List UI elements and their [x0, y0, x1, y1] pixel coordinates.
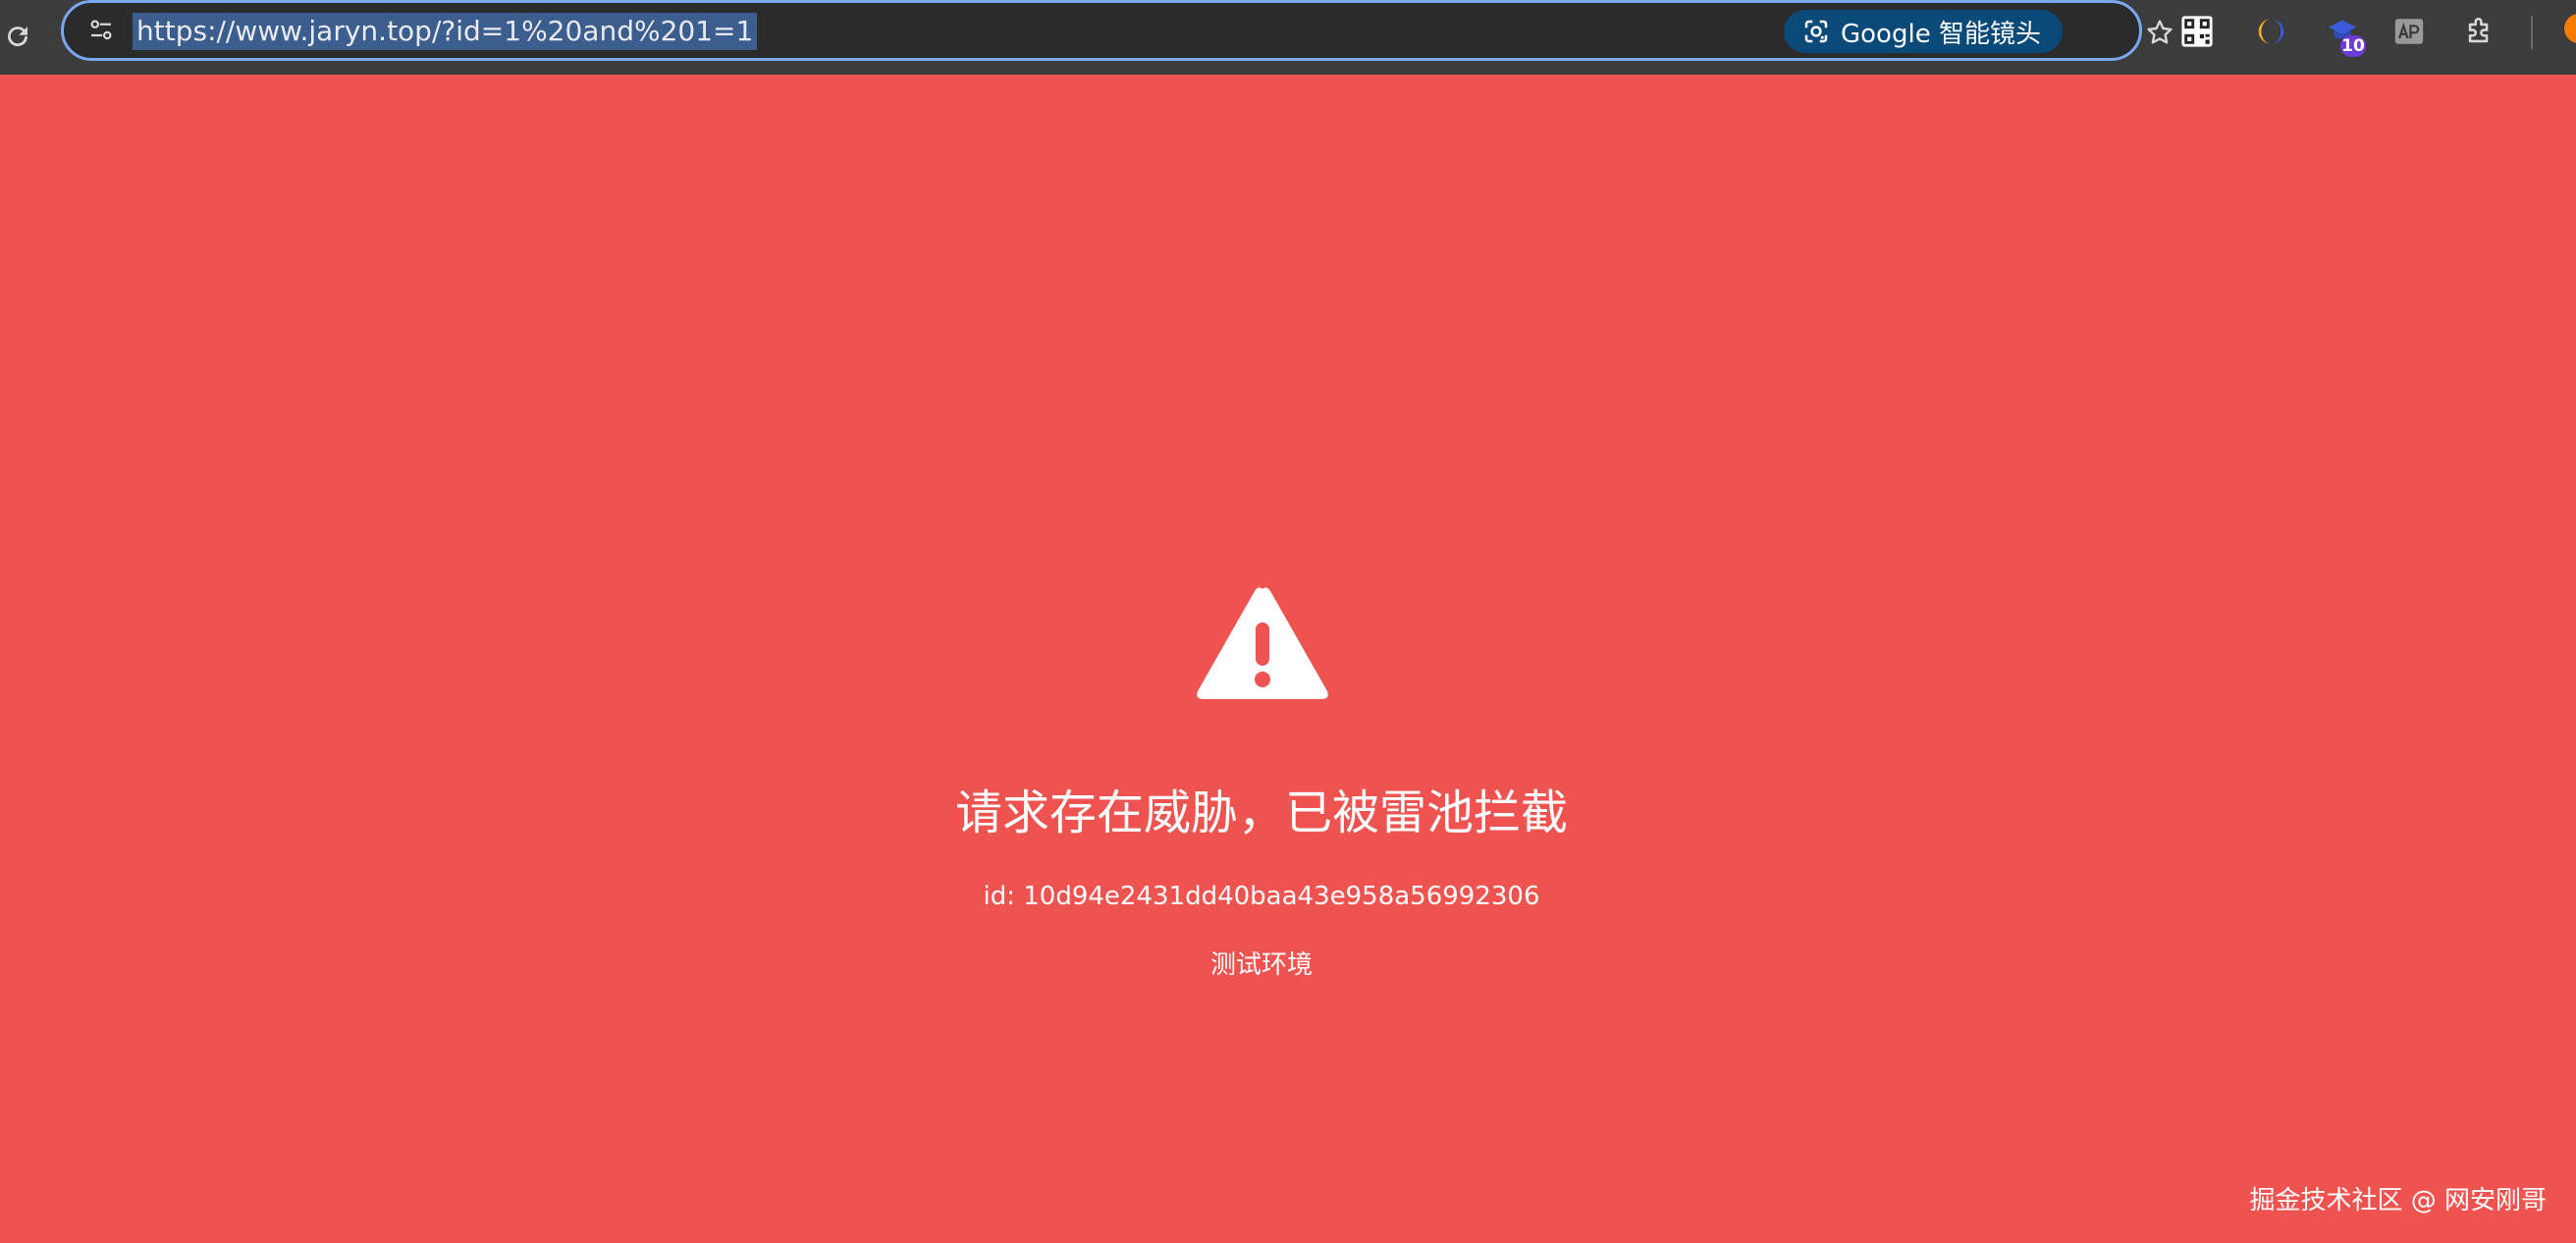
google-lens-label: Google 智能镜头 [1841, 19, 2041, 49]
url-text[interactable]: https://www.jaryn.top/?id=1%20and%201=1 [133, 13, 758, 50]
tune-icon [90, 20, 112, 40]
google-lens-button[interactable]: Google 智能镜头 [1784, 10, 2063, 53]
ap-icon [2394, 19, 2424, 44]
warning-triangle-icon [1197, 587, 1328, 699]
bookmark-button[interactable] [2139, 13, 2180, 52]
lens-camera-icon [1804, 20, 1828, 43]
half-moon-extension-button[interactable] [2250, 12, 2289, 51]
puzzle-icon [2468, 18, 2489, 43]
address-bar[interactable]: https://www.jaryn.top/?id=1%20and%201=1 … [61, 0, 2173, 61]
toolbar-divider [2531, 16, 2533, 49]
environment-label: 测试环境 [1209, 950, 1313, 980]
ap-extension-button[interactable] [2389, 12, 2429, 51]
watermark: 掘金技术社区 @ 网安刚哥 [2249, 1186, 2547, 1216]
block-title: 请求存在威胁，已被雷池拦截 [954, 785, 1568, 840]
star-icon [2147, 20, 2173, 44]
profile-avatar[interactable] [2564, 14, 2576, 43]
reload-icon [8, 27, 28, 47]
badge-extension-button[interactable]: 10 [2323, 12, 2366, 57]
extension-badge-count: 10 [2340, 35, 2366, 57]
half-moon-icon [2258, 19, 2284, 44]
qr-code-extension-button[interactable] [2177, 12, 2217, 51]
browser-toolbar: https://www.jaryn.top/?id=1%20and%201=1 … [0, 0, 2576, 75]
site-info-button[interactable] [81, 13, 121, 48]
qr-code-icon [2181, 16, 2213, 47]
extensions-menu-button[interactable] [2460, 12, 2499, 51]
reload-button[interactable] [0, 8, 35, 65]
request-id: id: 10d94e2431dd40baa43e958a56992306 [983, 882, 1540, 911]
